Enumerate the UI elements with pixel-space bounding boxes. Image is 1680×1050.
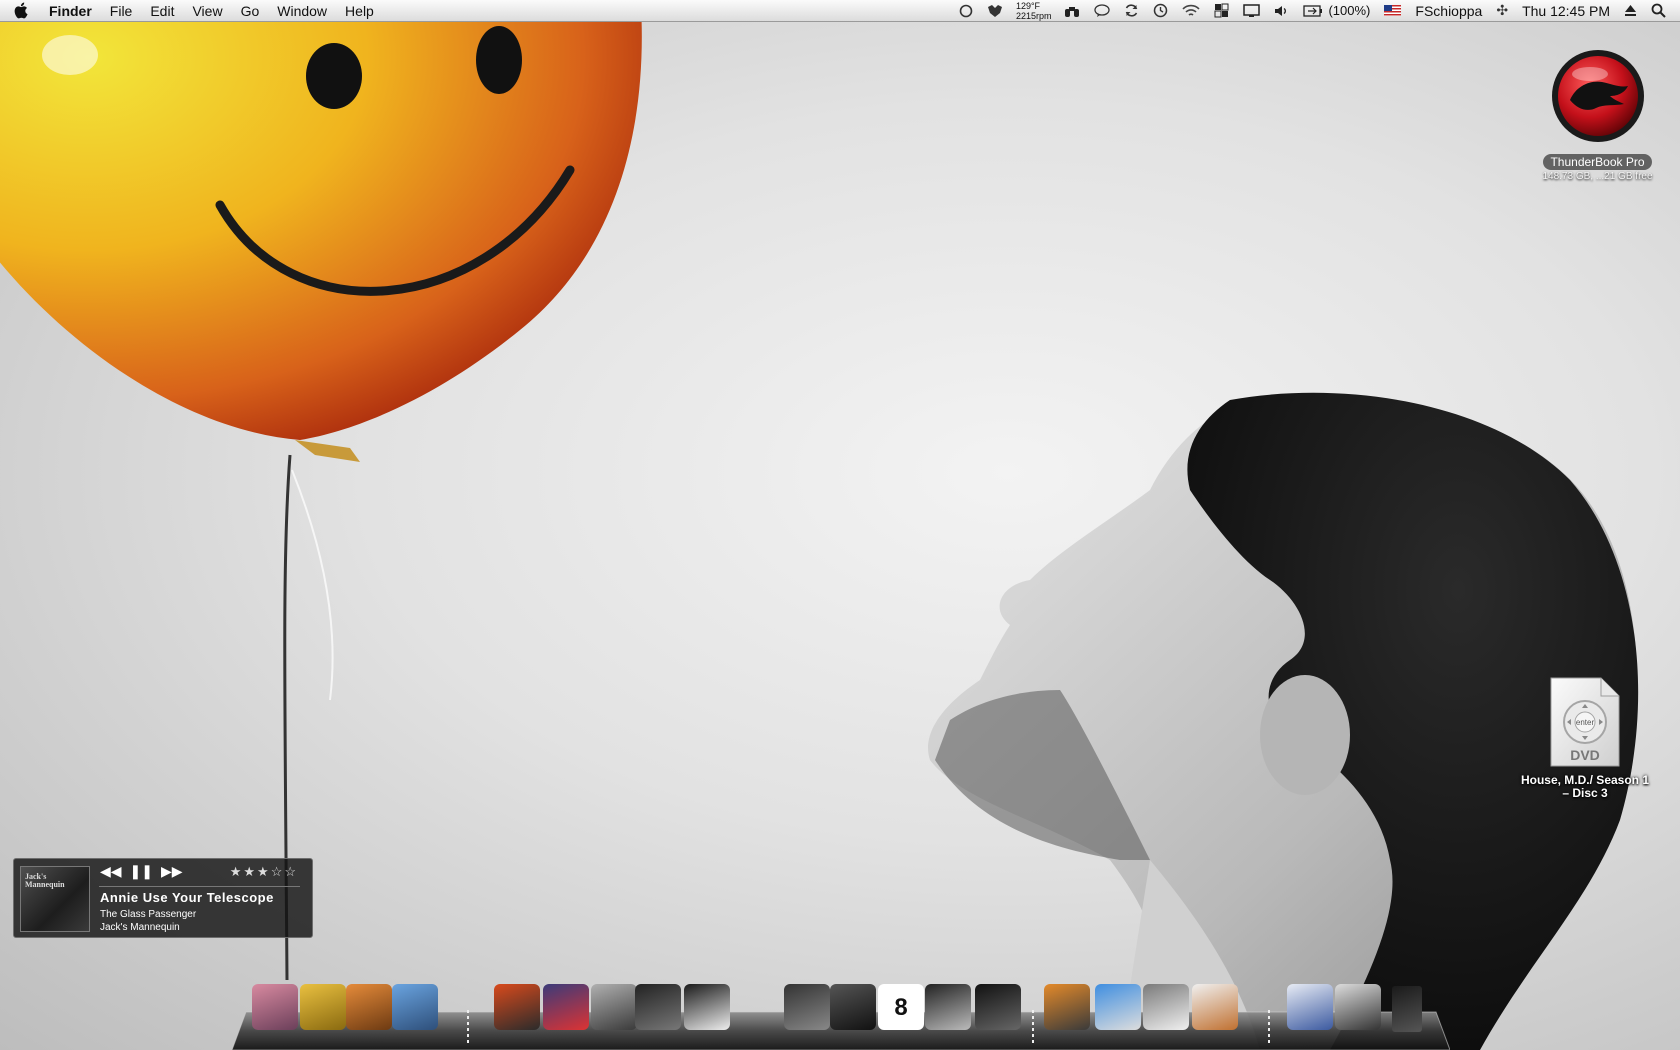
spotlight-search-icon[interactable] xyxy=(1644,0,1680,22)
menu-bar-left: Finder File Edit View Go Window Help xyxy=(0,0,383,22)
dvd-name-label: House, M.D./ Season 1 – Disc 3 xyxy=(1520,773,1650,800)
bluetooth-style-icon[interactable]: ✣ xyxy=(1489,0,1515,22)
wifi-icon[interactable] xyxy=(1175,0,1207,22)
menu-clock[interactable]: Thu 12:45 PM xyxy=(1515,0,1617,22)
tiger-icon[interactable] xyxy=(1044,984,1090,1030)
menu-help[interactable]: Help xyxy=(336,0,383,22)
smiley-balloon xyxy=(0,0,642,981)
menu-bar-status-area: 129°F 2215rpm (100%) FSchioppa ✣ Thu 12:… xyxy=(952,0,1680,22)
dock-separator-3 xyxy=(1268,1010,1270,1046)
thundercats-logo-icon xyxy=(1551,50,1644,142)
star-filled-icon[interactable]: ★ xyxy=(243,864,257,879)
printer-icon[interactable] xyxy=(1143,984,1189,1030)
sync-icon[interactable] xyxy=(1117,0,1146,22)
star-empty-icon[interactable]: ☆ xyxy=(284,864,298,879)
star-filled-icon[interactable]: ★ xyxy=(230,864,244,879)
next-track-button[interactable]: ▶▶ xyxy=(161,863,183,880)
input-menu-us-flag[interactable] xyxy=(1377,0,1408,22)
track-title: Annie Use Your Telescope xyxy=(100,890,274,905)
menu-edit[interactable]: Edit xyxy=(141,0,183,22)
safari-icon[interactable] xyxy=(1095,984,1141,1030)
thundercat-2-icon[interactable] xyxy=(300,984,346,1030)
track-rating[interactable]: ★★★☆☆ xyxy=(230,864,298,880)
user-menu[interactable]: FSchioppa xyxy=(1408,0,1489,22)
us-flag-icon xyxy=(1384,5,1402,16)
player-controls: ◀◀ ❚❚ ▶▶ xyxy=(100,863,183,880)
window-thumbnail-2-icon[interactable] xyxy=(1335,984,1381,1030)
display-icon[interactable] xyxy=(1236,0,1267,22)
binoculars-icon[interactable] xyxy=(1057,0,1087,22)
dvd-disc-icon[interactable]: enter DVD House, M.D./ Season 1 – Disc 3 xyxy=(1520,676,1650,800)
growl-icon[interactable] xyxy=(980,0,1010,22)
itunes-visualizer-icon[interactable] xyxy=(543,984,589,1030)
apple-menu[interactable] xyxy=(0,2,40,19)
thundercat-3-icon[interactable] xyxy=(346,984,392,1030)
quill-icon[interactable] xyxy=(635,984,681,1030)
drive-icon-thunderbook[interactable]: ThunderBook Pro 148.73 GB, ...21 GB free xyxy=(1530,48,1665,182)
track-artist: Jack's Mannequin xyxy=(100,922,180,933)
temperature-monitor[interactable]: 129°F 2215rpm xyxy=(1010,1,1058,21)
app-menu-finder[interactable]: Finder xyxy=(40,0,101,22)
calendar-date: 8 xyxy=(894,994,908,1021)
album-art[interactable]: Jack's Mannequin xyxy=(20,866,90,932)
menu-bar: Finder File Edit View Go Window Help 129… xyxy=(0,0,1680,22)
calendar-icon[interactable]: 8 xyxy=(878,984,924,1030)
dvd-badge-text: DVD xyxy=(1570,747,1600,763)
drive-info-label: 148.73 GB, ...21 GB free xyxy=(1542,171,1653,182)
star-filled-icon[interactable]: ★ xyxy=(257,864,271,879)
thundercat-1-icon[interactable] xyxy=(252,984,298,1030)
dashboard-icon[interactable] xyxy=(975,984,1021,1030)
pause-button[interactable]: ❚❚ xyxy=(130,863,153,880)
document-icon[interactable] xyxy=(1192,984,1238,1030)
battery-percentage: (100%) xyxy=(1328,3,1371,18)
album-art-text: Jack's Mannequin xyxy=(25,872,65,889)
window-thumbnail-1-icon[interactable] xyxy=(1287,984,1333,1030)
battery-status[interactable]: (100%) xyxy=(1296,0,1377,22)
thundercat-4-icon[interactable] xyxy=(392,984,438,1030)
time-machine-icon[interactable] xyxy=(1146,0,1175,22)
player-divider xyxy=(99,886,300,887)
spaces-icon[interactable] xyxy=(1207,0,1236,22)
spark-icon: ✣ xyxy=(1496,2,1509,18)
track-album: The Glass Passenger xyxy=(100,909,197,920)
temperature-value: 129°F xyxy=(1015,0,1041,11)
activity-indicator-icon[interactable] xyxy=(952,0,980,22)
itunes-mini-player[interactable]: Jack's Mannequin ◀◀ ❚❚ ▶▶ ★★★☆☆ Annie Us… xyxy=(13,858,313,938)
menu-file[interactable]: File xyxy=(101,0,142,22)
menu-view[interactable]: View xyxy=(183,0,231,22)
fan-speed-value: 2215rpm xyxy=(1015,10,1052,21)
eject-icon[interactable] xyxy=(1617,0,1644,22)
star-empty-icon[interactable]: ☆ xyxy=(271,864,285,879)
drive-name-label: ThunderBook Pro xyxy=(1543,154,1652,170)
menu-go[interactable]: Go xyxy=(232,0,269,22)
dashboard-widget-icon[interactable] xyxy=(925,984,971,1030)
garageband-icon[interactable] xyxy=(591,984,637,1030)
clapper-icon[interactable] xyxy=(684,984,730,1030)
dvd-enter-text: enter xyxy=(1576,718,1595,727)
chat-bubble-icon[interactable] xyxy=(1087,0,1117,22)
iphoto-icon[interactable] xyxy=(494,984,540,1030)
network-monitor-icon[interactable] xyxy=(830,984,876,1030)
volume-icon[interactable] xyxy=(1267,0,1296,22)
dock-separator-2 xyxy=(1032,1010,1034,1046)
dvd-icon: enter DVD xyxy=(1550,677,1620,767)
battery-icon xyxy=(1303,4,1323,17)
resize-arrows-icon[interactable] xyxy=(784,984,830,1030)
menu-window[interactable]: Window xyxy=(268,0,336,22)
apple-icon xyxy=(14,2,27,19)
previous-track-button[interactable]: ◀◀ xyxy=(100,863,122,880)
dock-separator-1 xyxy=(467,1010,469,1046)
trash-icon[interactable] xyxy=(1392,986,1422,1032)
